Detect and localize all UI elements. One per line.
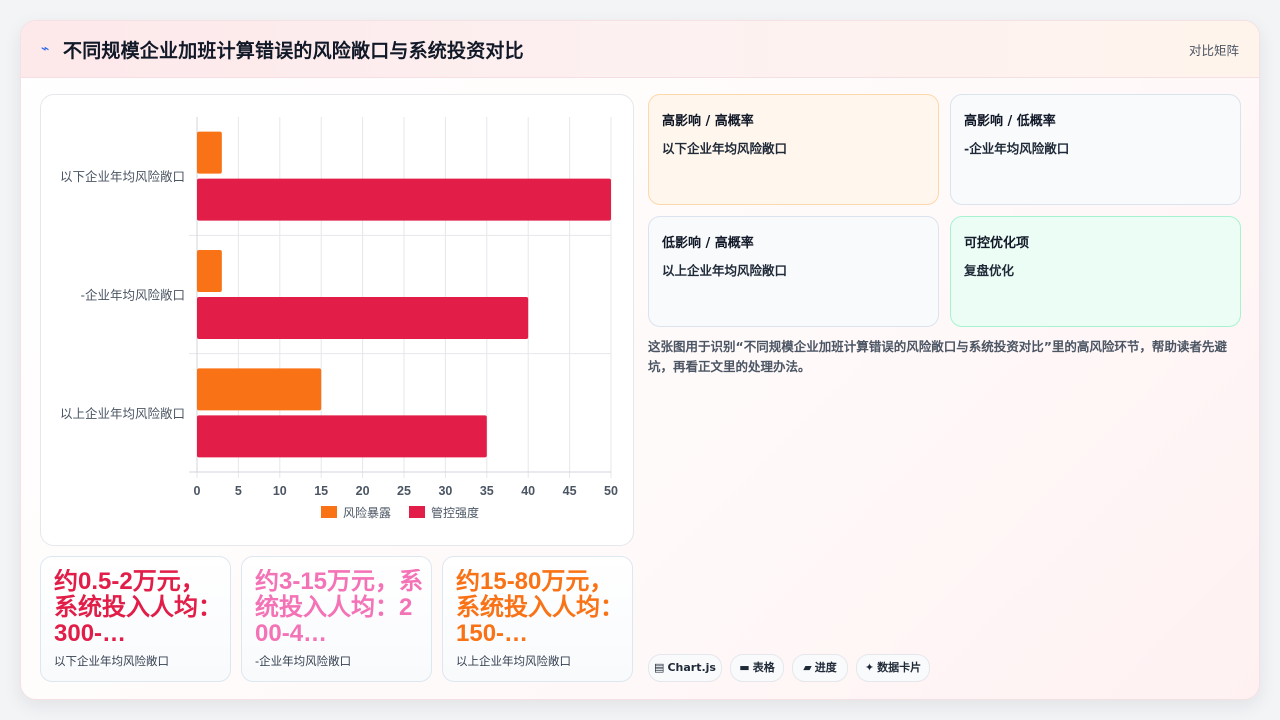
- chip-data-card[interactable]: ✦ 数据卡片: [856, 654, 930, 682]
- main-card: ⌁ 不同规模企业加班计算错误的风险敞口与系统投资对比 对比矩阵 0 5 10 15 20…: [20, 20, 1260, 700]
- y-tick-label: -企业年均风险敞口: [80, 288, 185, 303]
- bar-risk-exposure: [197, 368, 322, 411]
- matrix-cell-controllable: 可控优化项 复盘优化: [950, 216, 1241, 327]
- matrix-cell-item: 以下企业年均风险敞口: [662, 141, 788, 156]
- x-tick-label: 40: [521, 484, 535, 498]
- matrix-cell-high-high: 高影响 / 高概率 以下企业年均风险敞口: [648, 94, 939, 205]
- stat-value: 约15-80万元，系统投入人均：150-…: [456, 569, 624, 647]
- stat-value: 约0.5-2万元，系统投入人均：300-…: [54, 569, 222, 647]
- matrix-cell-high-low: 高影响 / 低概率 -企业年均风险敞口: [950, 94, 1241, 205]
- matrix-cell-title: 高影响 / 高概率: [662, 114, 754, 129]
- bar-control-strength: [197, 297, 529, 339]
- x-tick-label: 15: [314, 484, 328, 498]
- chip-label: 进度: [814, 661, 837, 674]
- matrix-cell-low-high: 低影响 / 高概率 以上企业年均风险敞口: [648, 216, 939, 327]
- legend-swatch: [409, 506, 425, 518]
- matrix-cell-item: 以上企业年均风险敞口: [662, 263, 788, 278]
- header-tag: 对比矩阵: [1188, 43, 1239, 58]
- x-tick-label: 25: [397, 484, 411, 498]
- chart-description: 这张图用于识别“不同规模企业加班计算错误的风险敞口与系统投资对比”里的高风险环节…: [648, 339, 1227, 374]
- chart-icon: ▤: [654, 661, 665, 674]
- matrix-cell-item: 复盘优化: [964, 263, 1015, 278]
- matrix-cell-title: 高影响 / 低概率: [964, 114, 1056, 129]
- chip-label: 数据卡片: [877, 661, 922, 674]
- x-tick-label: 45: [563, 484, 577, 498]
- header-bar: ⌁ 不同规模企业加班计算错误的风险敞口与系统投资对比 对比矩阵: [21, 21, 1259, 78]
- y-tick-label: 以上企业年均风险敞口: [60, 406, 185, 421]
- chip-chartjs[interactable]: ▤ Chart.js: [648, 654, 722, 682]
- bar-risk-exposure: [197, 131, 222, 174]
- x-tick-label: 20: [356, 484, 370, 498]
- stat-label: -企业年均风险敞口: [255, 654, 352, 668]
- stat-label: 以上企业年均风险敞口: [456, 654, 571, 668]
- chip-table[interactable]: ▬ 表格: [730, 654, 784, 682]
- x-tick-label: 10: [273, 484, 287, 498]
- progress-icon: ▰: [803, 661, 812, 674]
- matrix-cell-title: 低影响 / 高概率: [662, 236, 754, 251]
- matrix-cell-item: -企业年均风险敞口: [964, 141, 1070, 156]
- bar-control-strength: [197, 178, 611, 221]
- matrix-cell-title: 可控优化项: [964, 236, 1030, 251]
- bar-control-strength: [197, 415, 487, 458]
- sparkle-icon: ✦: [864, 661, 875, 674]
- legend-label: 管控强度: [431, 505, 479, 520]
- zap-icon: ⌁: [41, 41, 50, 57]
- stat-card-medium: 约3-15万元，系统投入人均：200-4… -企业年均风险敞口: [241, 556, 432, 682]
- y-tick-label: 以下企业年均风险敞口: [60, 169, 185, 184]
- chip-label: Chart.js: [667, 661, 716, 674]
- stat-card-large: 约15-80万元，系统投入人均：150-… 以上企业年均风险敞口: [442, 556, 633, 682]
- bar-risk-exposure: [197, 250, 222, 292]
- stat-value: 约3-15万元，系统投入人均：200-4…: [255, 569, 424, 647]
- page-title: 不同规模企业加班计算错误的风险敞口与系统投资对比: [63, 40, 524, 62]
- chip-progress[interactable]: ▰ 进度: [792, 654, 848, 682]
- chart-panel: 0 5 10 15 20 25 30 35 40 45 50 以下企业年均风险敞口 -企业年均风险敞口以…: [40, 94, 634, 546]
- bar-chart: 0 5 10 15 20 25 30 35 40 45 50 以下企业年均风险敞口 -企业年均风险敞口以…: [60, 117, 618, 520]
- x-tick-label: 0: [194, 484, 201, 498]
- x-tick-label: 5: [235, 484, 242, 498]
- legend-swatch: [321, 506, 337, 518]
- table-icon: ▬: [739, 661, 750, 674]
- x-tick-label: 30: [438, 484, 452, 498]
- chip-label: 表格: [752, 661, 775, 674]
- legend-label: 风险暴露: [343, 505, 391, 520]
- x-tick-label: 35: [480, 484, 494, 498]
- stat-card-small: 约0.5-2万元，系统投入人均：300-… 以下企业年均风险敞口: [40, 556, 231, 682]
- stat-label: 以下企业年均风险敞口: [54, 654, 169, 668]
- x-tick-label: 50: [604, 484, 618, 498]
